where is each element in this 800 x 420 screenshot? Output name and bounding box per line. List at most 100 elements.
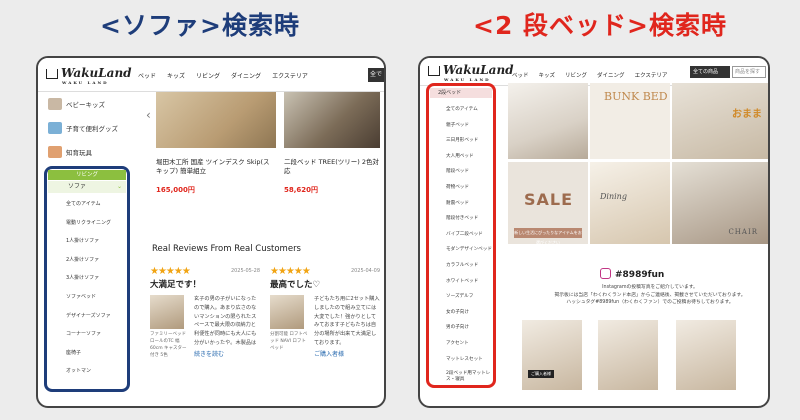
list-item[interactable]: 全てのアイテム <box>446 106 496 122</box>
banner-chair[interactable]: CHAIR <box>672 162 768 244</box>
list-item[interactable]: 3人掛けソファ <box>66 274 126 293</box>
review-title: 最高でした♡ <box>270 280 321 290</box>
nav-kids[interactable]: キッズ <box>539 71 556 79</box>
nav-living[interactable]: リビング <box>196 71 220 80</box>
review-product-name: 分割可能 ロフトベッド NAVI ロフト ベッド <box>270 332 308 351</box>
list-item[interactable]: ソファベッド <box>66 293 126 312</box>
list-item[interactable]: ソーズデルフ <box>446 293 496 309</box>
list-item[interactable]: 女の子向け <box>446 309 496 325</box>
list-item[interactable]: コーナーソファ <box>66 330 126 349</box>
sidebar-item-parenting-goods[interactable]: 子育て便利グッズ <box>42 116 138 140</box>
list-item[interactable]: 大人用ベッド <box>446 153 496 169</box>
list-item[interactable]: 親子ベッド <box>446 122 496 138</box>
product-card[interactable]: 二段ベッド TREE(ツリー) 2色対応 58,620円 <box>284 92 380 195</box>
chevron-down-icon: ⌄ <box>116 183 122 190</box>
sidebar-section-living: リビング <box>48 170 126 180</box>
product-image <box>156 92 276 148</box>
banner-bunkbed-photo[interactable] <box>508 83 588 159</box>
main-nav: ベッド キッズ リビング ダイニング エクステリア <box>138 71 308 80</box>
list-item[interactable]: アクセント <box>446 340 496 356</box>
site-logo[interactable]: WakuLand WAKU LAND <box>428 63 514 82</box>
review-card: ★★★★★ 2025-04-09 最高でした♡ 分割可能 ロフトベッド NAVI… <box>270 266 380 358</box>
instagram-post[interactable] <box>598 320 658 390</box>
review-product-thumb[interactable] <box>270 295 304 329</box>
chair-text: CHAIR <box>728 228 758 236</box>
review-date: 2025-04-09 <box>350 268 380 274</box>
list-item[interactable]: マットレスセット <box>446 356 496 372</box>
list-item[interactable]: デザイナーズソファ <box>66 312 126 331</box>
nav-living[interactable]: リビング <box>565 71 587 79</box>
list-item[interactable]: オットマン <box>66 367 126 386</box>
category-thumb-icon <box>48 146 62 158</box>
instagram-post[interactable] <box>676 320 736 390</box>
caption-bunkbed-search: <2 段ベッド>検索時 <box>473 11 727 40</box>
search-input[interactable]: 商品を探す <box>732 66 766 78</box>
sidebar-item-baby-kids[interactable]: ベビーキッズ <box>42 92 138 116</box>
list-item[interactable]: 男の子向け <box>446 324 496 340</box>
site-header: WakuLand WAKU LAND ベッド キッズ リビング ダイニング エク… <box>420 58 768 86</box>
site-header: WakuLand WAKU LAND ベッド キッズ リビング ダイニング エク… <box>38 58 384 92</box>
nav-dining[interactable]: ダイニング <box>597 71 625 79</box>
instagram-icon <box>600 268 611 279</box>
review-date: 2025-05-28 <box>230 268 260 274</box>
search-term-header: 2段ベッド <box>430 88 492 98</box>
list-item[interactable]: 電動リクライニング <box>66 219 126 238</box>
list-item[interactable]: 荷物ベッド <box>446 184 496 200</box>
nav-bed[interactable]: ベッド <box>512 71 529 79</box>
main-nav: ベッド キッズ リビング ダイニング エクステリア <box>512 71 667 79</box>
sidebar-item-educational-toys[interactable]: 知育玩具 <box>42 140 138 164</box>
nav-kids[interactable]: キッズ <box>167 71 185 80</box>
list-item[interactable]: 全てのアイテム <box>66 200 126 219</box>
list-item[interactable]: 階段付きベッド <box>446 215 496 231</box>
list-item[interactable]: 座椅子 <box>66 349 126 368</box>
instagram-post[interactable]: ご購入者様 <box>522 320 582 390</box>
dining-text: Dining <box>600 192 627 201</box>
list-item[interactable]: カラフルベッド <box>446 262 496 278</box>
product-card[interactable]: 堀田木工所 国産 ツインデスク Skip(スキップ) 簡単組立 165,000円 <box>156 92 276 195</box>
banner-kids[interactable]: おまま <box>672 83 768 159</box>
banner-omase-text: おまま <box>732 109 762 120</box>
review-text: 玄子の男の子がいになったので購入。あまり広さのないマンションの限られたスペースで… <box>194 296 257 346</box>
list-item[interactable]: 2段ベッド用マットレス・寝具 <box>446 371 496 387</box>
carousel-prev-icon[interactable]: ‹ <box>146 108 151 122</box>
house-icon <box>428 65 440 76</box>
product-price: 58,620円 <box>284 186 319 194</box>
list-item[interactable]: 1人掛けソファ <box>66 237 126 256</box>
list-item[interactable]: 2人掛けソファ <box>66 256 126 275</box>
banner-bunk-bed[interactable]: BUNK BED <box>590 83 670 159</box>
list-item[interactable]: モダンデザインベッド <box>446 246 496 262</box>
nav-bed[interactable]: ベッド <box>138 71 156 80</box>
category-thumb-icon <box>48 98 62 110</box>
nav-exterior[interactable]: エクステリア <box>635 71 668 79</box>
list-item[interactable]: バイブ二段ベッド <box>446 231 496 247</box>
review-title: 大満足です！ <box>150 280 202 290</box>
review-card: ★★★★★ 2025-05-28 大満足です！ ファミリーベッドロールのTC 幅… <box>150 266 260 359</box>
category-sidebar: ベビーキッズ 子育て便利グッズ 知育玩具 <box>42 92 138 164</box>
reviews-heading: Real Reviews From Real Customers <box>152 244 301 254</box>
instagram-description: Instagramの投稿写真をご紹介しています。 掲示板には当店「わくわくランド… <box>554 285 746 305</box>
list-item[interactable]: 三日月形ベッド <box>446 137 496 153</box>
reviewer-label: ご購入者様 <box>314 351 345 358</box>
review-text: 子どもたち用に2セット購入しましたので組み立てには大変でした！強かりとしてみてお… <box>314 296 380 346</box>
all-products-button[interactable]: 全で <box>368 68 384 82</box>
customer-badge: ご購入者様 <box>528 370 554 378</box>
nav-exterior[interactable]: エクステリア <box>272 71 308 80</box>
sofa-subcategory-list: 全てのアイテム 電動リクライニング 1人掛けソファ 2人掛けソファ 3人掛けソフ… <box>66 200 126 386</box>
category-thumb-icon <box>48 122 62 134</box>
product-name: 二段ベッド TREE(ツリー) 2色対応 <box>284 158 380 175</box>
sale-text: SALE <box>524 190 574 209</box>
product-name: 堀田木工所 国産 ツインデスク Skip(スキップ) 簡単組立 <box>156 158 270 175</box>
list-item[interactable]: ホワイトベッド <box>446 278 496 294</box>
list-item[interactable]: 階段ベッド <box>446 168 496 184</box>
banner-dining[interactable]: Dining <box>590 162 670 244</box>
product-price: 165,000円 <box>156 186 195 194</box>
caption-sofa-search: <ソファ>検索時 <box>100 11 300 40</box>
read-more-link[interactable]: 続きを読む <box>194 349 260 358</box>
site-logo[interactable]: WakuLand WAKU LAND <box>46 66 132 85</box>
sidebar-item-sofa[interactable]: ソファ ⌄ <box>48 181 126 193</box>
house-icon <box>46 68 58 79</box>
product-category-select[interactable]: 全ての商品 <box>690 66 730 78</box>
review-product-thumb[interactable] <box>150 295 184 329</box>
list-item[interactable]: 耐震ベッド <box>446 200 496 216</box>
nav-dining[interactable]: ダイニング <box>231 71 261 80</box>
